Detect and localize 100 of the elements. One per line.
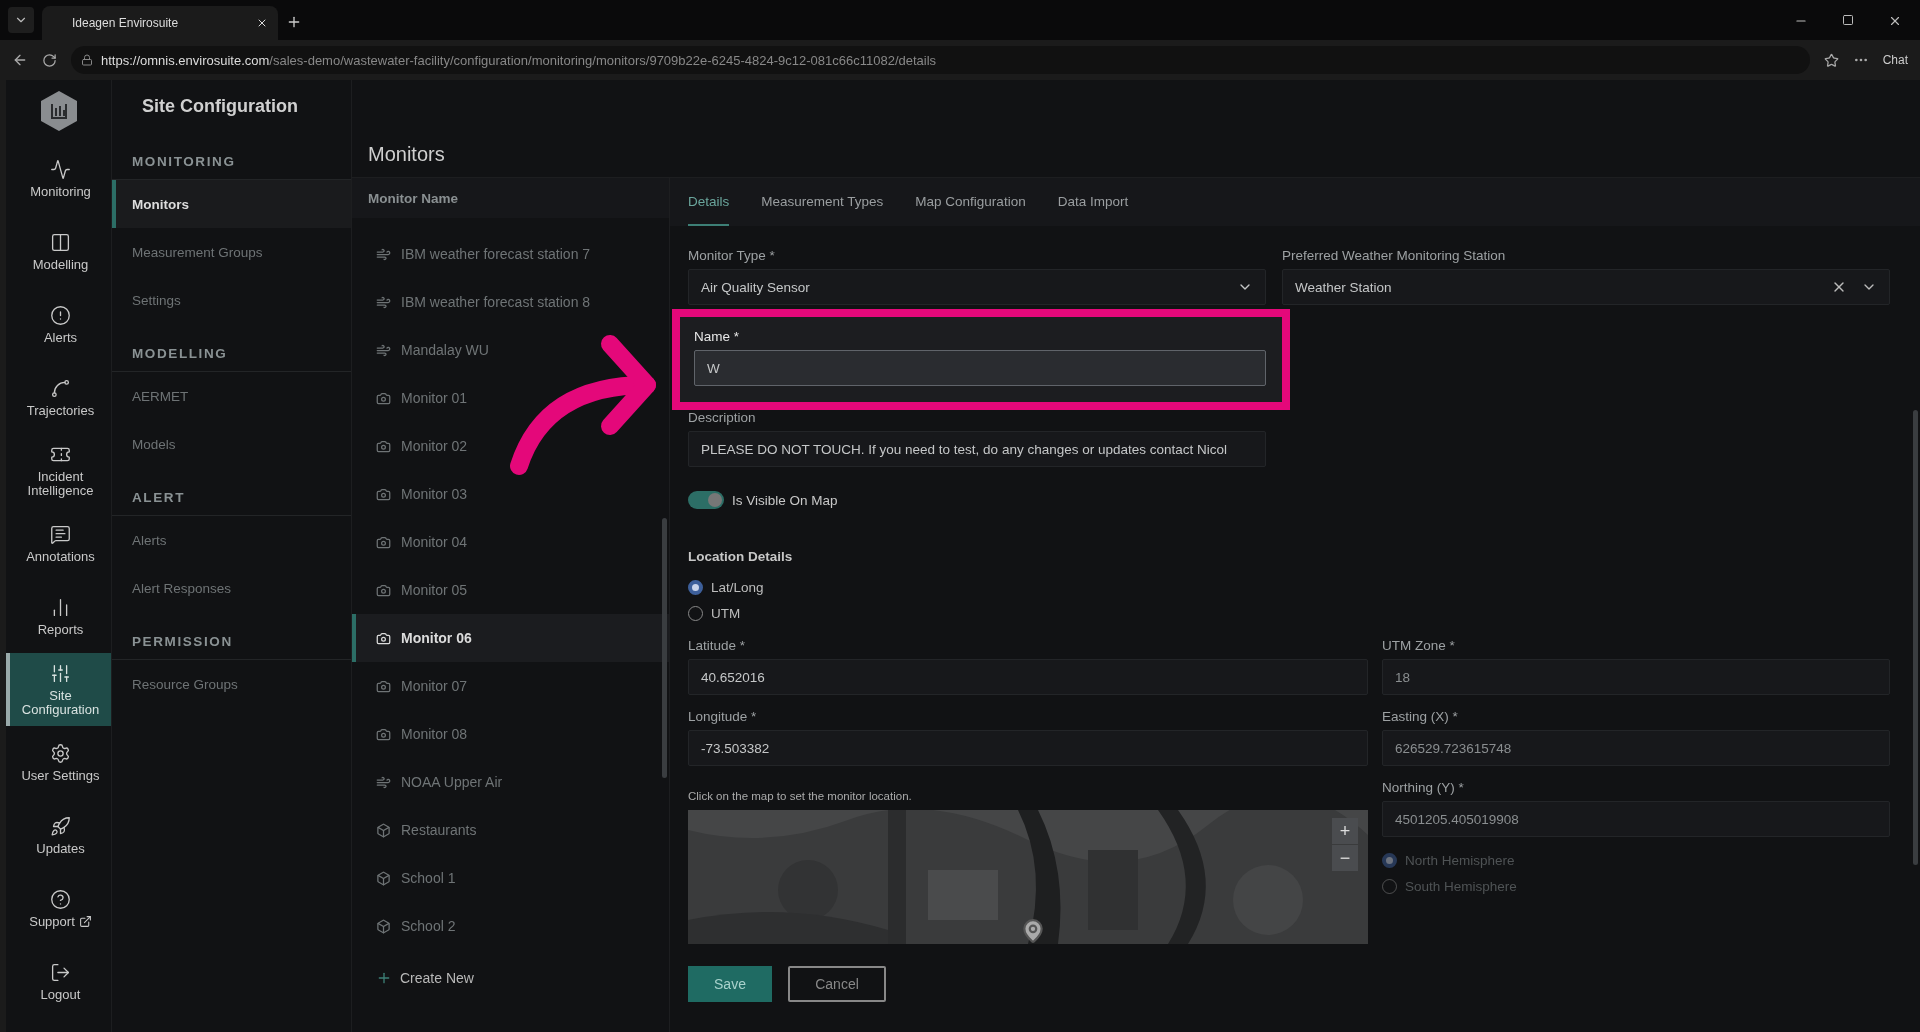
monitor-item[interactable]: IBM weather forecast station 7 bbox=[352, 230, 669, 278]
zoom-in-button[interactable]: + bbox=[1332, 818, 1358, 844]
monitor-item[interactable]: Monitor 02 bbox=[352, 422, 669, 470]
rail-item[interactable]: Logout bbox=[6, 945, 111, 1018]
create-new-button[interactable]: Create New bbox=[352, 958, 669, 998]
rail-item[interactable]: Annotations bbox=[6, 507, 111, 580]
description-input[interactable]: PLEASE DO NOT TOUCH. If you need to test, do any changes or updates contact Nicol bbox=[688, 431, 1266, 467]
cancel-button[interactable]: Cancel bbox=[788, 966, 886, 1002]
field-label: Description bbox=[688, 410, 757, 425]
sensor-icon bbox=[376, 438, 391, 454]
close-icon[interactable] bbox=[256, 17, 268, 29]
monitor-item[interactable]: Monitor 05 bbox=[352, 566, 669, 614]
monitor-item[interactable]: School 1 bbox=[352, 854, 669, 902]
latitude-input[interactable]: 40.652016 bbox=[688, 659, 1368, 695]
back-icon[interactable] bbox=[12, 52, 28, 68]
utm-zone-input[interactable]: 18 bbox=[1382, 659, 1890, 695]
page-title: Site Configuration bbox=[141, 94, 299, 118]
new-tab-icon[interactable] bbox=[286, 14, 302, 30]
nav-item[interactable]: Settings bbox=[112, 276, 351, 324]
monitor-item[interactable]: Monitor 06 bbox=[352, 614, 669, 662]
field-label: Easting (X) * bbox=[1382, 709, 1459, 724]
zoom-out-button[interactable]: − bbox=[1332, 845, 1358, 871]
pulse-icon bbox=[50, 158, 71, 180]
settings-icon bbox=[50, 742, 71, 764]
sliders-icon bbox=[50, 662, 71, 684]
longitude-input[interactable]: -73.503382 bbox=[688, 730, 1368, 766]
weather-station-select[interactable]: Weather Station bbox=[1282, 269, 1890, 305]
alert-icon bbox=[50, 304, 71, 326]
logout-icon bbox=[50, 961, 71, 983]
sensor-icon bbox=[376, 678, 391, 694]
address-bar[interactable]: https://omnis.envirosuite.com/sales-demo/wastewater-facility/configuration/monitoring/monitors/9709b22e-6245-4824-9c12-081c66c11082/details bbox=[71, 46, 1810, 74]
rocket-icon bbox=[50, 815, 71, 837]
rail-item[interactable]: Updates bbox=[6, 799, 111, 872]
rail-item[interactable]: Modelling bbox=[6, 215, 111, 288]
rail-item[interactable]: Trajectories bbox=[6, 361, 111, 434]
rail-item[interactable]: Support bbox=[6, 872, 111, 945]
curve-icon bbox=[50, 377, 71, 399]
northing-input[interactable]: 4501205.405019908 bbox=[1382, 801, 1890, 837]
rail-item[interactable]: Alerts bbox=[6, 288, 111, 361]
monitor-item[interactable]: School 2 bbox=[352, 902, 669, 950]
nav-item[interactable]: Resource Groups bbox=[112, 660, 351, 708]
columns-icon bbox=[50, 231, 71, 253]
monitor-item[interactable]: Monitor 01 bbox=[352, 374, 669, 422]
nav-item[interactable]: Models bbox=[112, 420, 351, 468]
wind-icon bbox=[376, 342, 391, 358]
tab[interactable]: Data Import bbox=[1057, 178, 1129, 226]
reload-icon[interactable] bbox=[42, 52, 57, 68]
radio-option[interactable]: Lat/Long bbox=[688, 574, 1890, 600]
monitor-item[interactable]: Monitor 07 bbox=[352, 662, 669, 710]
map[interactable]: + − bbox=[688, 810, 1368, 944]
visibility-toggle[interactable] bbox=[688, 491, 724, 509]
monitor-item[interactable]: Mandalay WU bbox=[352, 326, 669, 374]
monitor-item[interactable]: Monitor 03 bbox=[352, 470, 669, 518]
column-header: Monitor Name bbox=[352, 178, 669, 218]
sensor-icon bbox=[376, 582, 391, 598]
maximize-icon[interactable] bbox=[1842, 14, 1854, 26]
sensor-icon bbox=[376, 534, 391, 550]
rail-item[interactable]: Site Configuration bbox=[6, 653, 111, 726]
monitor-item[interactable]: Restaurants bbox=[352, 806, 669, 854]
nav-item[interactable]: AERMET bbox=[112, 372, 351, 420]
tab[interactable]: Map Configuration bbox=[915, 178, 1026, 226]
map-pin-icon bbox=[1020, 918, 1046, 944]
tab[interactable]: Measurement Types bbox=[761, 178, 884, 226]
plus-icon bbox=[376, 970, 392, 986]
browser-tab[interactable]: Ideagen Envirosuite bbox=[42, 6, 278, 40]
easting-input[interactable]: 626529.723615748 bbox=[1382, 730, 1890, 766]
close-icon[interactable] bbox=[1888, 14, 1902, 28]
field-label: Longitude * bbox=[688, 709, 758, 724]
map-hint: Click on the map to set the monitor location. bbox=[688, 790, 913, 802]
radio-option[interactable]: UTM bbox=[688, 600, 1890, 626]
group-title: MODELLING bbox=[112, 324, 351, 372]
field-label: Preferred Weather Monitoring Station bbox=[1282, 248, 1507, 263]
rail-item[interactable]: Reports bbox=[6, 580, 111, 653]
monitor-item[interactable]: IBM weather forecast station 8 bbox=[352, 278, 669, 326]
nav-item[interactable]: Alerts bbox=[112, 516, 351, 564]
monitor-type-select[interactable]: Air Quality Sensor bbox=[688, 269, 1266, 305]
monitor-item[interactable]: NOAA Upper Air bbox=[352, 758, 669, 806]
wind-icon bbox=[376, 294, 391, 310]
name-input[interactable]: W bbox=[694, 350, 1266, 386]
nav-item[interactable]: Alert Responses bbox=[112, 564, 351, 612]
monitor-item[interactable]: Monitor 04 bbox=[352, 518, 669, 566]
tab-list-button[interactable] bbox=[8, 7, 34, 33]
message-icon bbox=[50, 523, 71, 545]
monitor-item[interactable]: Monitor 08 bbox=[352, 710, 669, 758]
help-icon bbox=[50, 888, 71, 910]
chat-button[interactable]: Chat bbox=[1882, 53, 1908, 67]
rail-item[interactable]: User Settings bbox=[6, 726, 111, 799]
logo-icon[interactable] bbox=[39, 90, 78, 132]
rail-item[interactable]: Incident Intelligence bbox=[6, 434, 111, 507]
rail-item[interactable]: Monitoring bbox=[6, 142, 111, 215]
section-heading: Location Details bbox=[688, 549, 794, 564]
cube-icon bbox=[376, 918, 391, 934]
save-button[interactable]: Save bbox=[688, 966, 772, 1002]
nav-item[interactable]: Measurement Groups bbox=[112, 228, 351, 276]
nav-item[interactable]: Monitors bbox=[112, 180, 351, 228]
star-icon[interactable] bbox=[1823, 52, 1839, 68]
tab[interactable]: Details bbox=[688, 178, 730, 226]
sensor-icon bbox=[376, 630, 391, 646]
group-title: ALERT bbox=[112, 468, 351, 516]
field-label: Name * bbox=[694, 329, 740, 344]
